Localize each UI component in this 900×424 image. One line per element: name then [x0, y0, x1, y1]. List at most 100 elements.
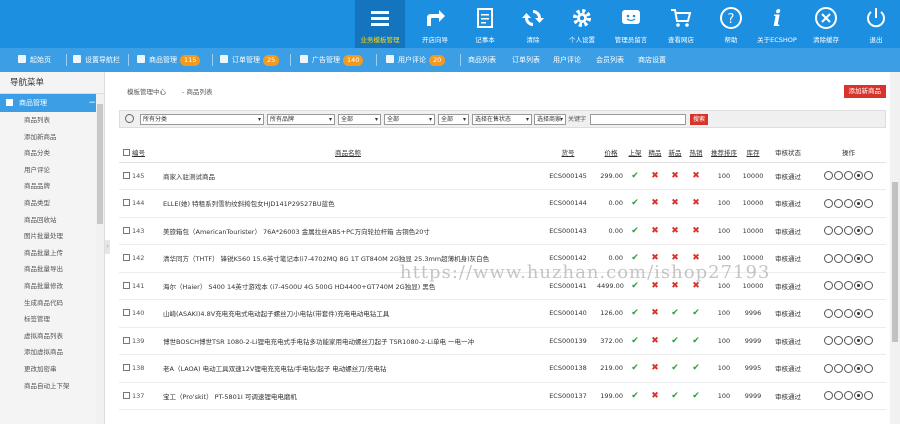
view-icon[interactable]	[824, 281, 833, 291]
check-icon[interactable]: ✔	[631, 308, 639, 318]
sidebar-group-goods[interactable]: 商品管理 −	[0, 94, 104, 112]
nav-user-comments[interactable]: 用户评论 20	[386, 48, 446, 72]
goods-sort[interactable]: 100	[707, 382, 741, 410]
copy-icon[interactable]	[844, 253, 853, 263]
sidebar-item[interactable]: 商品类型	[0, 195, 104, 212]
best-cell[interactable]: ✖	[645, 189, 665, 218]
view-icon[interactable]	[824, 363, 833, 373]
toolbar-refresh[interactable]: 清除	[508, 0, 558, 48]
recommend-select[interactable]: 全部	[338, 114, 381, 125]
nav-home[interactable]: 起始页	[18, 48, 51, 72]
brand-select[interactable]: 所有品牌	[267, 114, 335, 125]
edit-icon[interactable]	[834, 226, 843, 236]
goods-sort[interactable]: 100	[707, 354, 741, 383]
row-checkbox[interactable]	[123, 336, 130, 344]
cross-icon[interactable]: ✖	[651, 198, 659, 208]
goods-price[interactable]: 0.00	[597, 217, 625, 245]
goods-sort[interactable]: 100	[707, 162, 741, 190]
copy-icon[interactable]	[844, 281, 853, 291]
sidebar-item[interactable]: 商品分类	[0, 145, 104, 162]
best-cell[interactable]: ✖	[645, 162, 665, 190]
nav-order-manage[interactable]: 订单管理 25	[220, 48, 280, 72]
check-icon[interactable]: ✔	[671, 363, 679, 373]
cross-icon[interactable]: ✖	[651, 336, 659, 346]
cross-icon[interactable]: ✖	[651, 226, 659, 236]
check-icon[interactable]: ✔	[671, 336, 679, 346]
view-icon[interactable]	[824, 171, 833, 181]
onsale-cell[interactable]: ✔	[625, 382, 645, 410]
goods-name[interactable]: 宝工（Pro'skit） PT-5801I 可调速锂电电磨机	[157, 382, 539, 410]
new-cell[interactable]: ✔	[665, 327, 685, 355]
onsale-cell[interactable]: ✔	[625, 327, 645, 355]
view-icon[interactable]	[824, 226, 833, 236]
check-icon[interactable]: ✔	[671, 308, 679, 318]
nav-ad-manage[interactable]: 广告管理 140	[300, 48, 364, 72]
goods-price[interactable]: 219.00	[597, 354, 625, 383]
row-checkbox[interactable]	[123, 199, 130, 207]
goods-price[interactable]: 0.00	[597, 189, 625, 218]
scrollbar-thumb[interactable]	[97, 104, 103, 224]
col-best[interactable]: 精品	[645, 142, 665, 163]
onsale-select[interactable]: 全部	[384, 114, 435, 125]
hot-cell[interactable]: ✖	[685, 189, 707, 218]
sidebar-item[interactable]: 更改加密串	[0, 361, 104, 378]
new-cell[interactable]: ✔	[665, 382, 685, 410]
row-checkbox[interactable]	[123, 364, 130, 372]
product-icon[interactable]	[854, 336, 863, 346]
row-checkbox[interactable]	[123, 309, 130, 317]
cross-icon[interactable]: ✖	[651, 308, 659, 318]
add-goods-button[interactable]: 添加新商品	[843, 85, 886, 98]
toolbar-clear-cache[interactable]: 清除缓存	[801, 0, 851, 48]
delete-icon[interactable]	[864, 336, 873, 346]
delete-icon[interactable]	[864, 226, 873, 236]
sidebar-item[interactable]: 商品批量上传	[0, 245, 104, 262]
toolbar-notepad[interactable]: 记事本	[460, 0, 510, 48]
sidebar-item[interactable]: 虚拟商品列表	[0, 328, 104, 345]
row-checkbox[interactable]	[123, 226, 130, 234]
check-icon[interactable]: ✔	[631, 171, 639, 181]
col-sn[interactable]: 货号	[539, 142, 597, 163]
delete-icon[interactable]	[864, 281, 873, 291]
goods-price[interactable]: 372.00	[597, 327, 625, 355]
toolbar-logout[interactable]: 退出	[851, 0, 900, 48]
cross-icon[interactable]: ✖	[671, 171, 679, 181]
sidebar-item[interactable]: 商品批量导出	[0, 261, 104, 278]
new-cell[interactable]: ✖	[665, 162, 685, 190]
check-icon[interactable]: ✔	[671, 391, 679, 401]
edit-icon[interactable]	[834, 336, 843, 346]
goods-price[interactable]: 199.00	[597, 382, 625, 410]
edit-icon[interactable]	[834, 391, 843, 401]
sale-status-select[interactable]: 选择在售状态	[472, 114, 532, 125]
col-hot[interactable]: 热销	[685, 142, 707, 163]
goods-sort[interactable]: 100	[707, 217, 741, 245]
hot-cell[interactable]: ✔	[685, 382, 707, 410]
copy-icon[interactable]	[844, 336, 853, 346]
hot-cell[interactable]: ✔	[685, 299, 707, 328]
col-id[interactable]: 编号	[119, 142, 157, 163]
hot-cell[interactable]: ✖	[685, 217, 707, 245]
breadcrumb-item[interactable]: 模板管理中心	[127, 88, 166, 96]
sidebar-item[interactable]: 商品自动上下架	[0, 378, 104, 395]
col-price[interactable]: 价格	[597, 142, 625, 163]
sidebar-item[interactable]: 商品回收站	[0, 212, 104, 229]
delete-icon[interactable]	[864, 198, 873, 208]
product-icon[interactable]	[854, 226, 863, 236]
nav-set-navbar[interactable]: 设置导航栏	[73, 48, 120, 72]
sidebar-item[interactable]: 商品批量修改	[0, 278, 104, 295]
goods-name[interactable]: 商家入驻测试商品	[157, 162, 539, 190]
delete-icon[interactable]	[864, 308, 873, 318]
copy-icon[interactable]	[844, 363, 853, 373]
cross-icon[interactable]: ✖	[692, 198, 700, 208]
goods-stock[interactable]: 10000	[741, 162, 765, 190]
product-icon[interactable]	[854, 171, 863, 181]
search-button[interactable]: 搜索	[690, 114, 709, 125]
row-checkbox[interactable]	[123, 171, 130, 179]
new-cell[interactable]: ✔	[665, 299, 685, 328]
category-select[interactable]: 所有分类	[140, 114, 264, 125]
page-scrollbar[interactable]	[890, 72, 900, 424]
sidebar-item[interactable]: 添加新商品	[0, 129, 104, 146]
goods-name[interactable]: 博世BOSCH博世TSR 1080-2-Li锂电充电式手电钻多功能家用电动螺丝刀…	[157, 327, 539, 355]
col-name[interactable]: 商品名称	[157, 142, 539, 163]
edit-icon[interactable]	[834, 171, 843, 181]
view-icon[interactable]	[824, 336, 833, 346]
